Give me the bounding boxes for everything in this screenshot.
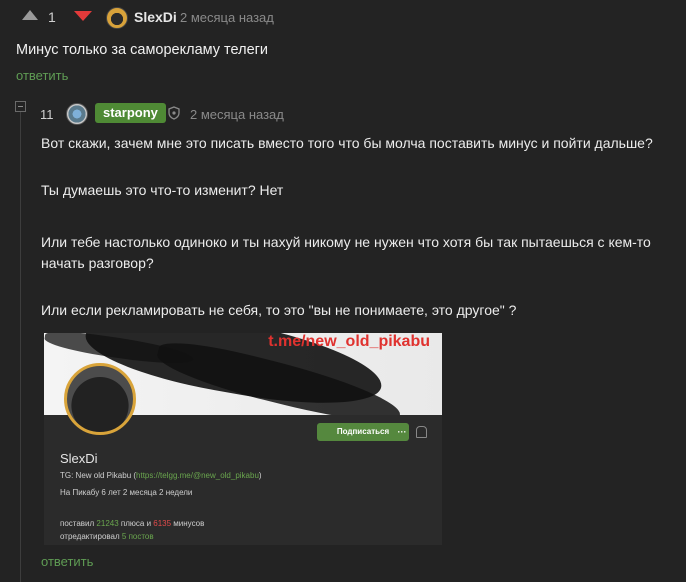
edit-prefix: отредактировал [60, 532, 122, 541]
comment-rating: 1 [48, 9, 56, 25]
stats-prefix: поставил [60, 519, 97, 528]
reply-link[interactable]: ответить [16, 68, 68, 83]
minus-count: 6135 [153, 519, 172, 528]
comment-text: Минус только за саморекламу телеги [16, 42, 269, 58]
profile-description: TG: New old Pikabu (https://telgg.me/@ne… [60, 471, 262, 480]
comment-paragraph: Ты думаешь это что-то изменит? Нет [41, 182, 284, 198]
reply-link[interactable]: ответить [41, 554, 93, 569]
comment-time[interactable]: 2 месяца назад [190, 107, 284, 122]
profile-edits: отредактировал 5 постов [60, 532, 154, 541]
stats-mid: плюса и [118, 519, 154, 528]
comment-author[interactable]: SlexDi [134, 9, 177, 25]
profile-since: На Пикабу 6 лет 2 месяца 2 недели [60, 488, 193, 497]
shield-icon [168, 106, 180, 120]
avatar[interactable] [66, 103, 88, 125]
banner-text: t.me/new_old_pikabu [268, 333, 430, 350]
comment-paragraph: Или тебе настолько одиноко и ты нахуй ни… [41, 234, 651, 271]
comment-time[interactable]: 2 месяца назад [180, 10, 274, 25]
subscribe-label: Подписаться [336, 427, 390, 436]
more-icon: ··· [397, 427, 407, 437]
comment-rating: 11 [40, 107, 54, 122]
bell-icon [416, 426, 427, 438]
thread-line[interactable] [20, 112, 21, 582]
avatar[interactable] [106, 7, 128, 29]
profile-description-end: ) [258, 471, 262, 480]
edit-count: 5 постов [121, 532, 154, 541]
profile-description-text: TG: New old Pikabu ( [60, 471, 137, 480]
comment-paragraph: Вот скажи, зачем мне это писать вместо т… [41, 135, 653, 151]
upvote-icon[interactable] [22, 10, 38, 20]
downvote-icon[interactable] [74, 11, 92, 21]
profile-avatar [64, 363, 136, 435]
collapse-thread-icon[interactable] [15, 101, 26, 112]
profile-stats: поставил 21243 плюса и 6135 минусов [60, 519, 204, 528]
plus-count: 21243 [96, 519, 119, 528]
profile-link: https://telgg.me/@new_old_pikabu [136, 471, 259, 480]
comment-paragraph: Или если рекламировать не себя, то это "… [41, 302, 517, 318]
subscribe-button: Подписаться ··· [317, 423, 409, 441]
comment-image[interactable]: t.me/new_old_pikabu Подписаться ··· Slex… [44, 333, 442, 545]
profile-name: SlexDi [60, 451, 98, 466]
stats-suffix: минусов [171, 519, 205, 528]
comment-author-badge[interactable]: starpony [95, 103, 166, 123]
